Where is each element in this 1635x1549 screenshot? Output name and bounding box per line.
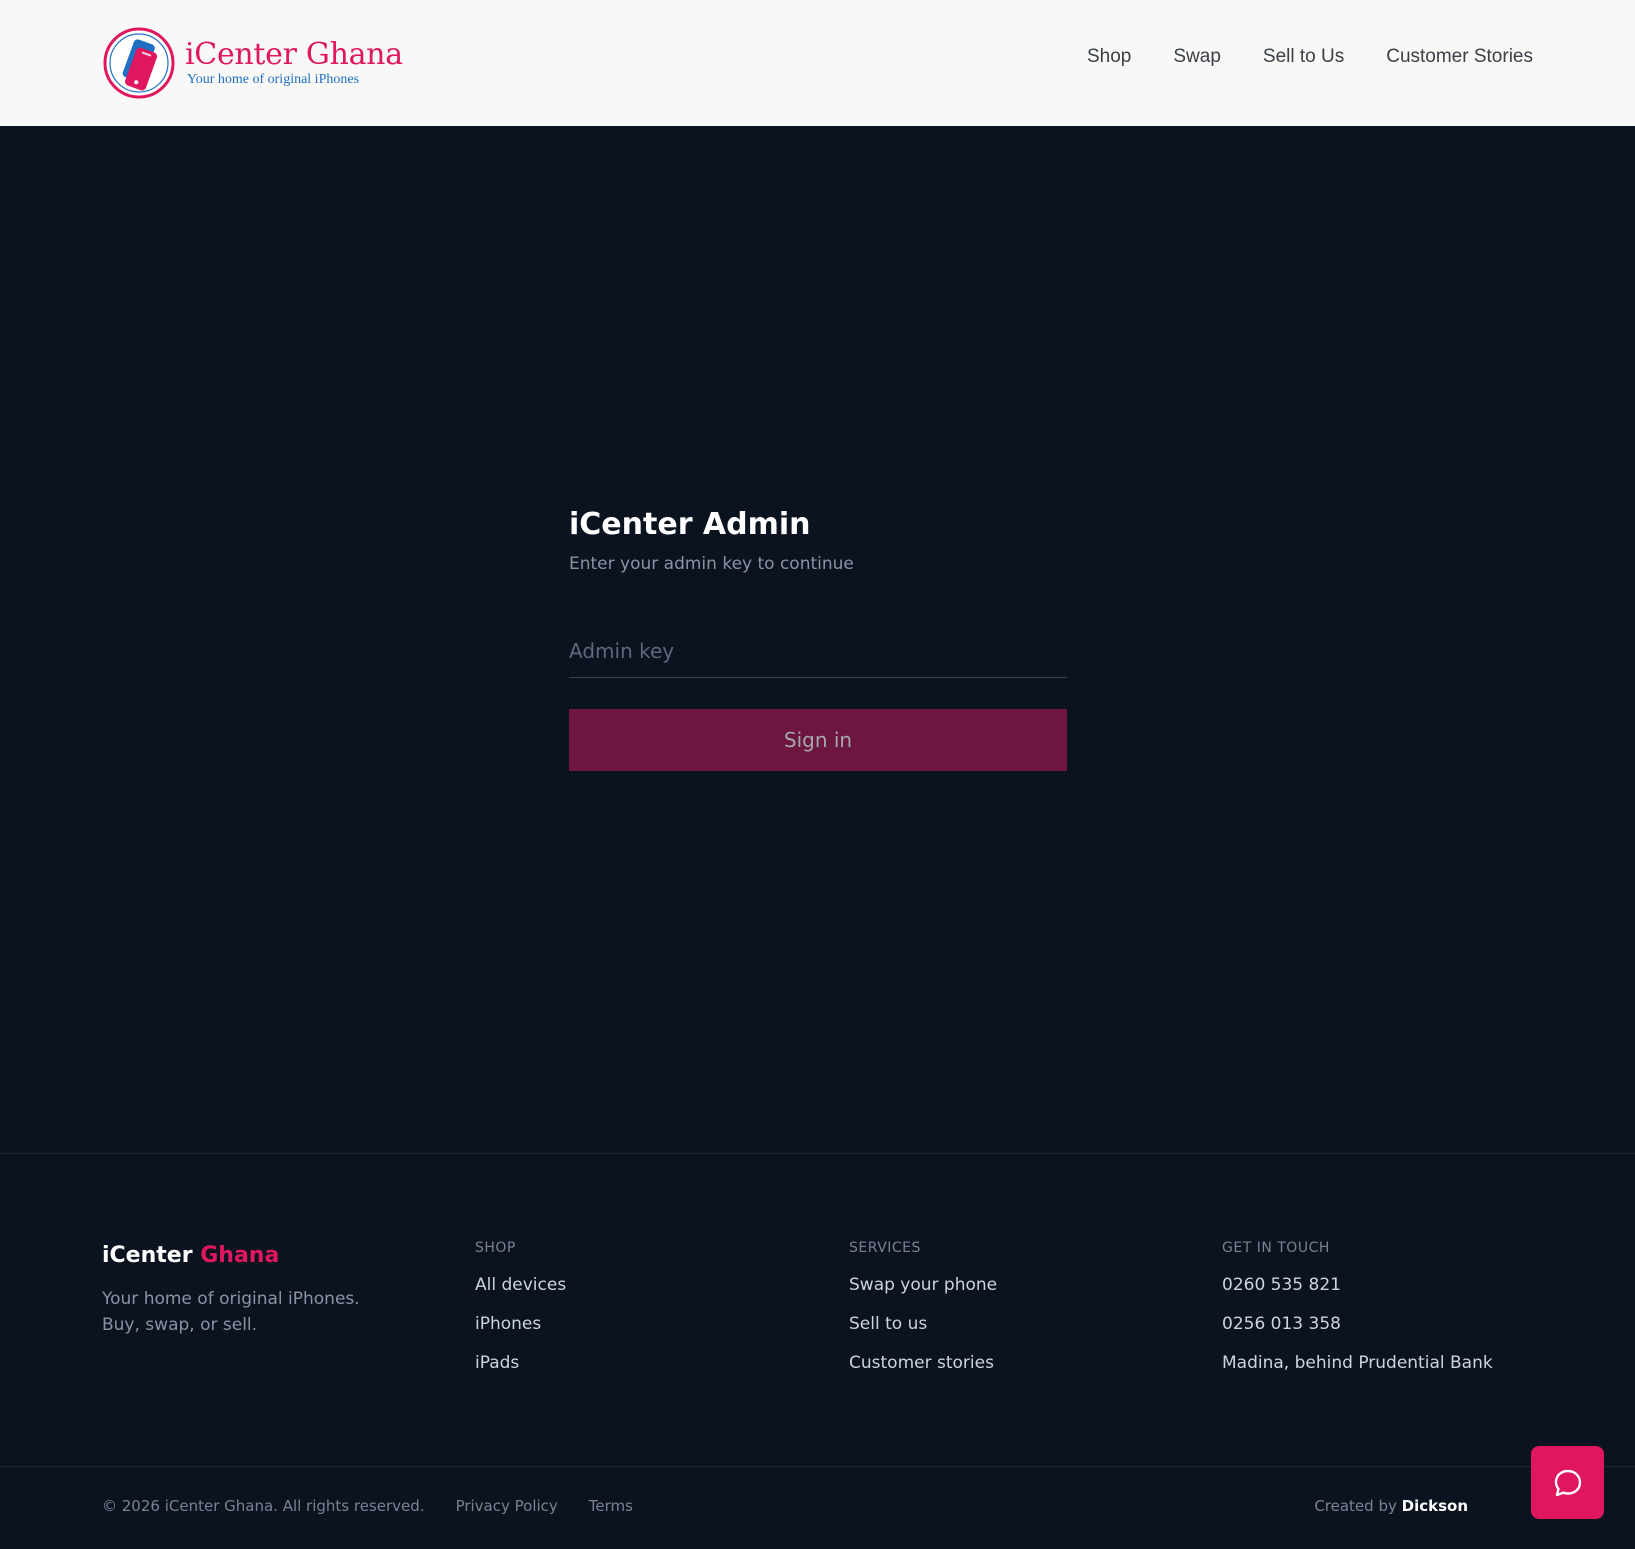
logo-tagline: Your home of original iPhones <box>187 72 360 87</box>
admin-login-form: iCenter Admin Enter your admin key to co… <box>569 505 1067 771</box>
footer-phone-1: 0260 535 821 <box>1222 1275 1341 1295</box>
terms-link[interactable]: Terms <box>589 1497 633 1515</box>
footer-address: Madina, behind Prudential Bank <box>1222 1353 1493 1373</box>
chat-button[interactable] <box>1531 1446 1604 1519</box>
chat-bubble-icon <box>1554 1469 1581 1496</box>
footer-link-all-devices[interactable]: All devices <box>475 1273 566 1297</box>
footer-brand-name-part1: iCenter <box>102 1243 193 1268</box>
footer-contact-column: GET IN TOUCH 0260 535 821 0256 013 358 M… <box>1222 1238 1493 1390</box>
site-header: iCenter Ghana Your home of original iPho… <box>0 0 1635 126</box>
footer-phone-2: 0256 013 358 <box>1222 1314 1341 1334</box>
login-subtitle: Enter your admin key to continue <box>569 554 854 574</box>
footer-link-sell-to-us[interactable]: Sell to us <box>849 1312 997 1336</box>
creator-name[interactable]: Dickson <box>1402 1497 1468 1515</box>
nav-shop[interactable]: Shop <box>1087 46 1131 68</box>
footer-credit: Created by Dickson <box>1314 1497 1468 1515</box>
footer-link-iphones[interactable]: iPhones <box>475 1312 566 1336</box>
footer-shop-heading: SHOP <box>475 1240 516 1256</box>
footer-shop-column: SHOP All devices iPhones iPads <box>475 1238 566 1390</box>
footer-link-ipads[interactable]: iPads <box>475 1351 566 1375</box>
admin-key-input[interactable] <box>569 625 1067 677</box>
footer-divider <box>0 1153 1635 1154</box>
site-logo[interactable]: iCenter Ghana Your home of original iPho… <box>102 25 403 101</box>
login-title: iCenter Admin <box>569 507 811 542</box>
main-nav: Shop Swap Sell to Us Customer Stories <box>1087 46 1533 68</box>
nav-swap[interactable]: Swap <box>1173 46 1221 68</box>
footer-services-heading: SERVICES <box>849 1240 921 1256</box>
created-by-label: Created by <box>1314 1497 1397 1515</box>
footer-link-customer-stories[interactable]: Customer stories <box>849 1351 997 1375</box>
footer-brand-name: iCenter Ghana <box>102 1241 382 1271</box>
sign-in-button[interactable]: Sign in <box>569 709 1067 771</box>
copyright-text: © 2026 iCenter Ghana. All rights reserve… <box>102 1497 425 1515</box>
footer-contact-heading: GET IN TOUCH <box>1222 1240 1330 1256</box>
privacy-policy-link[interactable]: Privacy Policy <box>456 1497 558 1515</box>
logo-title: iCenter Ghana <box>185 37 403 72</box>
admin-key-field <box>569 625 1067 678</box>
nav-sell-to-us[interactable]: Sell to Us <box>1263 46 1344 68</box>
footer-legal: © 2026 iCenter Ghana. All rights reserve… <box>102 1497 633 1515</box>
footer-brand-description: Your home of original iPhones. Buy, swap… <box>102 1289 360 1335</box>
footer-brand-name-part2: Ghana <box>200 1243 280 1268</box>
phone-logo-icon <box>103 27 175 99</box>
footer-link-swap-your-phone[interactable]: Swap your phone <box>849 1273 997 1297</box>
footer-services-column: SERVICES Swap your phone Sell to us Cust… <box>849 1238 997 1390</box>
footer-brand: iCenter Ghana Your home of original iPho… <box>102 1241 382 1338</box>
nav-customer-stories[interactable]: Customer Stories <box>1386 46 1533 68</box>
footer-bottom-divider <box>0 1466 1635 1467</box>
